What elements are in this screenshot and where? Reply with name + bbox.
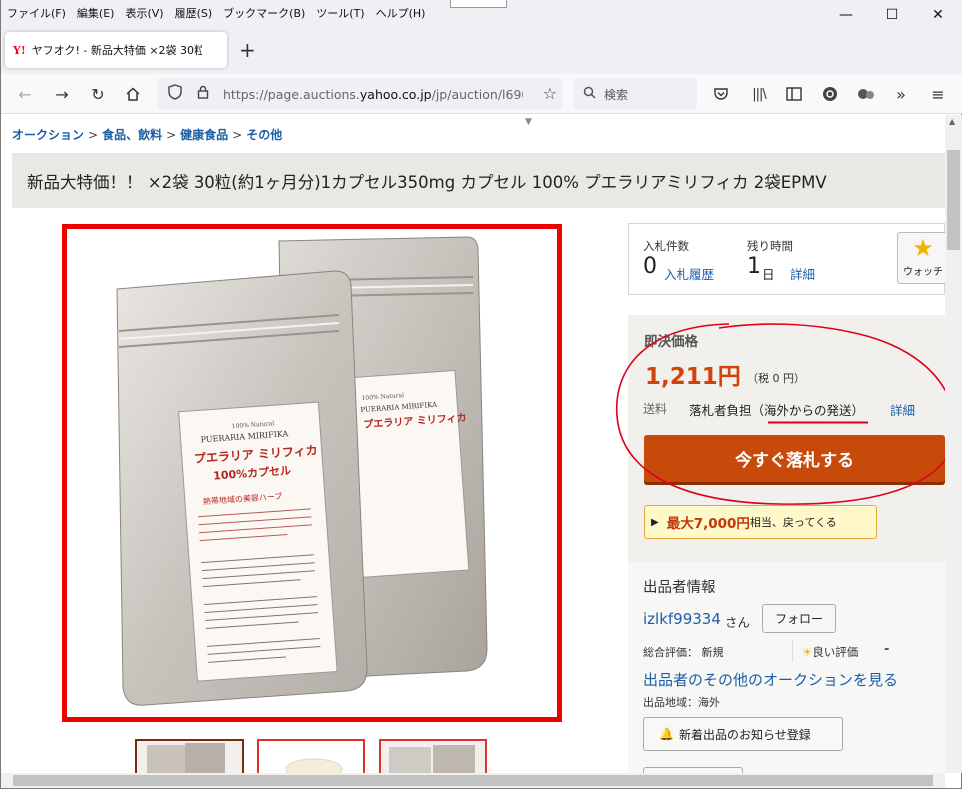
tab-bar: Y! ヤフオク! - 新品大特価 ×2袋 30粒 bbox=[1, 26, 962, 74]
url-text[interactable]: https://page.auctions.yahoo.co.jp/jp/auc… bbox=[223, 87, 523, 102]
seller-info: 出品者情報 izlkf99334 さん フォロー 総合評価： 新規 ☀良い評価 … bbox=[628, 562, 945, 777]
thumbnail-3[interactable] bbox=[379, 739, 487, 773]
item-title-bar: 新品大特価！！ ×2袋 30粒(約1ヶ月分)1カプセル350mg カプセル 10… bbox=[12, 153, 945, 208]
buy-now-box: 即決価格 1,211円 （税 0 円） 送料 落札者負担（海外からの発送） 詳細… bbox=[628, 315, 945, 562]
seller-region: 出品地域：海外 bbox=[643, 696, 720, 709]
overflow-chevron-icon[interactable]: » bbox=[889, 82, 913, 106]
time-left-value: 1 bbox=[747, 254, 761, 279]
horizontal-scrollbar[interactable] bbox=[1, 773, 945, 788]
time-left-label: 残り時間 bbox=[747, 239, 793, 253]
menu-view[interactable]: 表示(V) bbox=[125, 5, 163, 21]
cashback-promo[interactable]: ▶ 最大7,000円 相当、戻ってくる bbox=[644, 505, 877, 539]
seller-suffix: さん bbox=[725, 615, 751, 630]
bid-history-link[interactable]: 入札履歴 bbox=[664, 264, 714, 283]
breadcrumb: オークション > 食品、飲料 > 健康食品 > その他 bbox=[12, 126, 282, 143]
library-icon[interactable]: |||\ bbox=[747, 82, 771, 106]
sun-icon: ☀ bbox=[802, 645, 813, 659]
breadcrumb-separator: > bbox=[88, 128, 99, 142]
bell-icon: 🔔 bbox=[659, 727, 674, 741]
star-icon: ★ bbox=[912, 234, 934, 262]
yahoo-favicon-icon: Y! bbox=[13, 43, 26, 57]
rating-divider bbox=[792, 640, 793, 662]
window-controls: — ☐ ✕ bbox=[823, 0, 961, 26]
bid-count-label: 入札件数 bbox=[643, 239, 689, 253]
breadcrumb-health-food[interactable]: 健康食品 bbox=[180, 128, 228, 142]
good-rating: ☀良い評価 bbox=[802, 644, 858, 660]
menu-tools[interactable]: ツール(T) bbox=[316, 5, 364, 21]
buy-now-price: 1,211円 bbox=[645, 364, 741, 390]
breadcrumb-separator: > bbox=[166, 128, 177, 142]
title-drag-handle[interactable] bbox=[450, 0, 507, 8]
scroll-up-icon[interactable]: ▲ bbox=[949, 117, 955, 126]
extension-dots-icon[interactable] bbox=[854, 82, 878, 106]
navigation-bar: ← → ↻ https://page.auctions.yahoo.co.jp/… bbox=[1, 74, 962, 114]
time-left-unit: 日 bbox=[762, 267, 775, 282]
new-tab-button[interactable]: + bbox=[239, 38, 256, 62]
watch-button[interactable]: ★ ウォッチ bbox=[897, 232, 949, 284]
shipping-detail-link[interactable]: 詳細 bbox=[890, 400, 915, 419]
shipping-value: 落札者負担（海外からの発送） bbox=[689, 403, 865, 418]
vertical-scrollbar[interactable]: ▲ bbox=[945, 115, 962, 773]
menu-history[interactable]: 履歴(S) bbox=[175, 5, 213, 21]
horizontal-scroll-thumb[interactable] bbox=[13, 775, 933, 786]
notify-label: 新着出品のお知らせ登録 bbox=[678, 727, 811, 742]
reload-icon[interactable]: ↻ bbox=[86, 82, 110, 106]
good-rating-label: 良い評価 bbox=[812, 645, 859, 659]
breadcrumb-food[interactable]: 食品、飲料 bbox=[102, 128, 162, 142]
forward-icon[interactable]: → bbox=[50, 82, 74, 106]
shield-icon[interactable] bbox=[165, 84, 185, 104]
seller-other-auctions-link[interactable]: 出品者のその他のオークションを見る bbox=[643, 669, 898, 690]
seller-name-link[interactable]: izlkf99334 bbox=[643, 610, 721, 628]
bookmark-star-icon[interactable]: ☆ bbox=[543, 84, 557, 103]
lock-icon[interactable] bbox=[193, 85, 213, 103]
thumbnail-1[interactable] bbox=[135, 739, 244, 773]
promo-amount: 最大7,000円 bbox=[666, 516, 750, 532]
home-icon[interactable] bbox=[121, 82, 145, 106]
url-bar[interactable]: https://page.auctions.yahoo.co.jp/jp/auc… bbox=[157, 78, 563, 110]
menu-file[interactable]: ファイル(F) bbox=[7, 5, 66, 21]
buy-now-button[interactable]: 今すぐ落札する bbox=[644, 435, 945, 482]
play-arrow-icon: ▶ bbox=[651, 516, 659, 528]
menu-edit[interactable]: 編集(E) bbox=[77, 5, 115, 21]
tab-active[interactable]: Y! ヤフオク! - 新品大特価 ×2袋 30粒 bbox=[5, 32, 227, 68]
menu-help[interactable]: ヘルプ(H) bbox=[376, 5, 426, 21]
pocket-icon[interactable] bbox=[709, 82, 733, 106]
shipping-label: 送料 bbox=[643, 402, 668, 416]
time-detail-link[interactable]: 詳細 bbox=[790, 264, 815, 283]
browser-window: ファイル(F) 編集(E) 表示(V) 履歴(S) ブックマーク(B) ツール(… bbox=[0, 0, 962, 789]
extension-o-icon[interactable] bbox=[818, 82, 842, 106]
back-icon[interactable]: ← bbox=[13, 82, 37, 106]
new-listing-notify-button[interactable]: 🔔 新着出品のお知らせ登録 bbox=[643, 717, 843, 751]
seller-heading: 出品者情報 bbox=[643, 580, 716, 596]
breadcrumb-caret-icon[interactable]: ▼ bbox=[525, 117, 532, 127]
breadcrumb-other[interactable]: その他 bbox=[246, 128, 282, 142]
promo-text: 相当、戻ってくる bbox=[749, 516, 837, 529]
vertical-scroll-thumb[interactable] bbox=[947, 150, 960, 250]
main-product-image[interactable]: 100% Natural PUERARIA MIRIFIKA プエラリア ミリフ… bbox=[62, 224, 562, 722]
follow-button[interactable]: フォロー bbox=[762, 604, 836, 633]
sidebar-icon[interactable] bbox=[782, 82, 806, 106]
buy-now-heading: 即決価格 bbox=[644, 334, 698, 350]
menu-bookmarks[interactable]: ブックマーク(B) bbox=[223, 5, 305, 21]
seller-rating: 総合評価： 新規 bbox=[643, 646, 724, 659]
tab-title: ヤフオク! - 新品大特価 ×2袋 30粒 bbox=[31, 44, 202, 57]
search-placeholder: 検索 bbox=[604, 87, 629, 102]
breadcrumb-auction[interactable]: オークション bbox=[12, 128, 84, 142]
search-input[interactable]: 検索 bbox=[573, 78, 697, 110]
item-title: 新品大特価！！ ×2袋 30粒(約1ヶ月分)1カプセル350mg カプセル 10… bbox=[27, 172, 827, 192]
thumbnail-2[interactable] bbox=[257, 739, 365, 773]
search-icon bbox=[583, 86, 596, 103]
bid-count: 0 bbox=[643, 254, 657, 279]
hamburger-menu-icon[interactable]: ≡ bbox=[926, 82, 950, 106]
tax-note: （税 0 円） bbox=[747, 372, 805, 385]
good-rating-value[interactable]: - bbox=[884, 642, 889, 657]
breadcrumb-separator: > bbox=[232, 128, 243, 142]
watch-label: ウォッチ bbox=[903, 267, 943, 278]
